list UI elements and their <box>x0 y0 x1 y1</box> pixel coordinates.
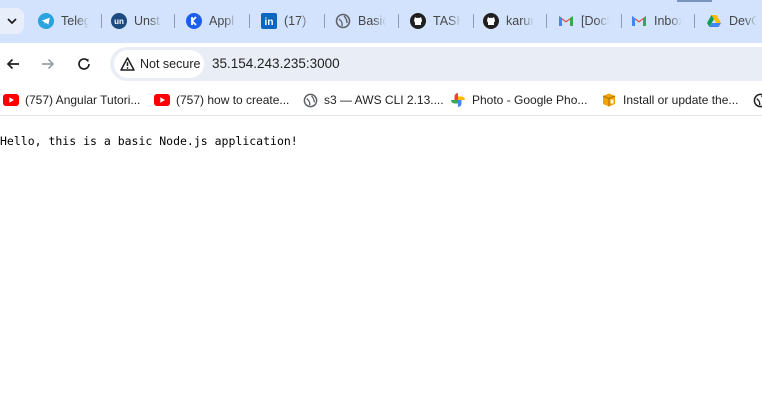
back-button[interactable] <box>0 51 26 77</box>
tab-title: Basic <box>358 14 386 28</box>
browser-toolbar: Not secure 35.154.243.235:3000 <box>0 43 762 85</box>
tab-separator <box>398 14 399 28</box>
tab-strip-edge <box>677 0 712 2</box>
tab-separator <box>324 14 325 28</box>
linkedin-icon: in <box>261 13 277 29</box>
security-chip[interactable]: Not secure <box>114 50 204 78</box>
reload-button[interactable] <box>71 51 97 77</box>
warning-icon <box>120 57 135 71</box>
kodekloud-icon <box>186 13 202 29</box>
google-photos-icon <box>451 93 465 107</box>
tab-title: [Dock <box>581 14 609 28</box>
unstop-icon: un <box>111 13 127 29</box>
svg-text:un: un <box>114 17 124 26</box>
gmail-icon <box>558 13 574 29</box>
tab-telegram[interactable]: Teleg <box>29 8 102 34</box>
bookmark-angular-tutorial[interactable]: (757) Angular Tutori... <box>3 91 140 109</box>
tab-devops-drive[interactable]: DevO <box>697 8 762 34</box>
bookmark-label: Install or update the... <box>623 93 739 107</box>
github-icon <box>483 13 499 29</box>
svg-text:in: in <box>265 17 274 28</box>
tab-title: karun <box>506 14 534 28</box>
bookmark-label: (757) how to create... <box>176 93 290 107</box>
reload-icon <box>78 58 90 70</box>
tab-search-button[interactable] <box>0 8 24 34</box>
gmail-icon <box>631 13 647 29</box>
tab-title: (17) <box>284 14 307 28</box>
arrow-right-icon <box>42 58 55 70</box>
globe-icon <box>303 93 318 107</box>
address-bar[interactable]: Not secure 35.154.243.235:3000 <box>110 47 762 81</box>
telegram-icon <box>38 13 54 29</box>
forward-button[interactable] <box>35 51 61 77</box>
bookmark-google-photos[interactable]: Photo - Google Pho... <box>450 91 587 109</box>
bookmark-overflow[interactable] <box>753 91 762 109</box>
tab-separator <box>249 14 250 28</box>
tab-title: Teleg <box>61 14 89 28</box>
url-text[interactable]: 35.154.243.235:3000 <box>212 56 340 71</box>
bookmark-how-to-create[interactable]: (757) how to create... <box>154 91 289 109</box>
tab-title: DevO <box>729 14 757 28</box>
security-label: Not secure <box>140 57 201 71</box>
bookmark-label: (757) Angular Tutori... <box>25 93 141 107</box>
tab-separator <box>174 14 175 28</box>
bookmark-label: s3 — AWS CLI 2.13.... <box>324 93 444 107</box>
github-icon <box>410 13 426 29</box>
tab-separator <box>546 14 547 28</box>
bookmark-label: Photo - Google Pho... <box>472 93 588 107</box>
tab-title: Inbox <box>654 14 682 28</box>
tab-task[interactable]: TASK <box>401 8 474 34</box>
tab-title: Appl <box>209 14 235 28</box>
tab-unstop[interactable]: un Unst <box>102 8 175 34</box>
arrow-left-icon <box>6 58 19 70</box>
tab-apply[interactable]: Appl <box>177 8 250 34</box>
tab-basic[interactable]: Basic <box>326 8 399 34</box>
bookmark-s3-aws-cli[interactable]: s3 — AWS CLI 2.13.... <box>303 91 444 109</box>
tab-linkedin[interactable]: in (17) <box>252 8 325 34</box>
globe-icon <box>335 13 351 29</box>
aws-doc-icon <box>602 93 616 107</box>
tab-title: Unst <box>134 14 160 28</box>
tab-inbox[interactable]: Inbox <box>622 8 695 34</box>
chevron-down-icon <box>7 18 17 25</box>
google-drive-icon <box>706 13 722 29</box>
youtube-icon <box>154 94 170 106</box>
youtube-icon <box>3 94 19 106</box>
tab-title: TASK <box>433 14 461 28</box>
tab-strip: Teleg un Unst Appl in (17) Basic TASK ka… <box>0 0 762 43</box>
tab-karun[interactable]: karun <box>474 8 547 34</box>
globe-icon <box>753 93 762 107</box>
bookmarks-bar: (757) Angular Tutori... (757) how to cre… <box>0 85 762 116</box>
tab-docker-gmail[interactable]: [Dock <box>549 8 622 34</box>
bookmark-install-or-update[interactable]: Install or update the... <box>601 91 738 109</box>
tab-separator <box>694 14 695 28</box>
page-body-text: Hello, this is a basic Node.js applicati… <box>0 134 298 148</box>
